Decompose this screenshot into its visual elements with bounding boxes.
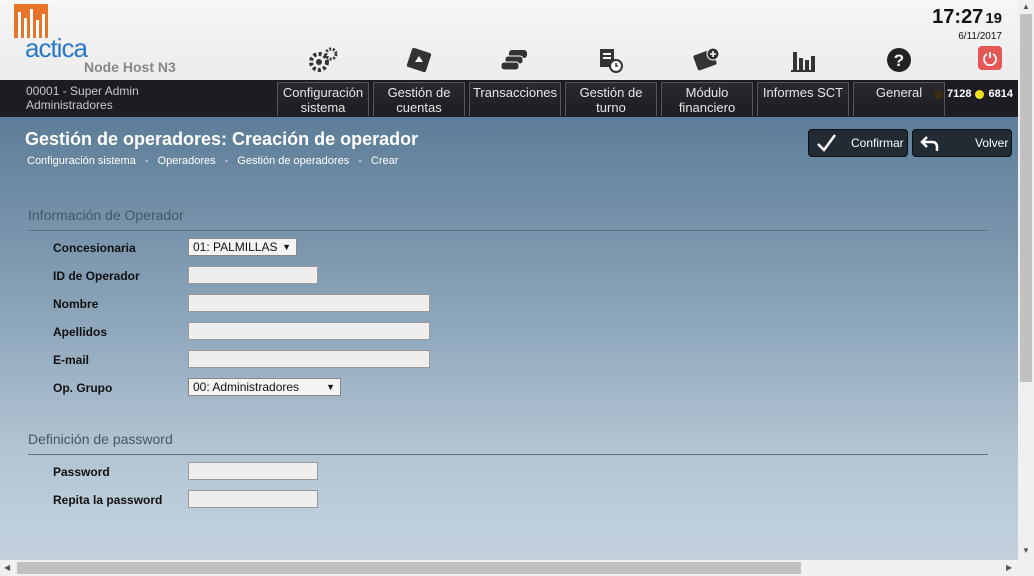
back-button[interactable]: Volver bbox=[912, 129, 1012, 157]
back-label: Volver bbox=[975, 136, 1009, 150]
menu-gestion-cuentas[interactable]: Gestión de cuentas bbox=[373, 82, 465, 116]
main-navbar: 00001 - Super Admin Administradores Conf… bbox=[0, 80, 1018, 117]
section-divider bbox=[28, 230, 988, 231]
app-header: actica Node Host N3 17:27 19 6/11/2017 ? bbox=[0, 0, 1018, 80]
concesionaria-value: 01: PALMILLAS bbox=[193, 240, 278, 254]
menu-label: Configuración bbox=[282, 85, 364, 100]
section-title-password: Definición de password bbox=[28, 431, 173, 447]
section-title-operator: Información de Operador bbox=[28, 207, 184, 223]
menu-label: financiero bbox=[678, 100, 736, 115]
help-icon[interactable]: ? bbox=[883, 44, 915, 76]
power-button[interactable] bbox=[978, 46, 1002, 70]
menu-label: Transacciones bbox=[472, 85, 558, 100]
checkmark-icon bbox=[817, 134, 837, 152]
nombre-label: Nombre bbox=[53, 297, 99, 311]
breadcrumb-item: Crear bbox=[370, 155, 399, 167]
menu-gestion-turno[interactable]: Gestión de turno bbox=[565, 82, 657, 116]
vertical-scrollbar[interactable]: ▲ ▼ bbox=[1018, 0, 1034, 560]
password-input[interactable] bbox=[188, 462, 318, 480]
menu-modulo-financiero[interactable]: Módulo financiero bbox=[661, 82, 753, 116]
financial-icon[interactable] bbox=[691, 44, 723, 76]
breadcrumb-item[interactable]: Gestión de operadores bbox=[237, 155, 349, 167]
counter-status-dot bbox=[934, 89, 943, 99]
breadcrumb: Configuración sistema - Operadores - Ges… bbox=[27, 155, 407, 167]
clock-seconds: 19 bbox=[985, 10, 1002, 27]
breadcrumb-separator: - bbox=[358, 155, 362, 167]
op-grupo-value: 00: Administradores bbox=[193, 380, 300, 394]
lane-counters: 7128 6814 bbox=[930, 88, 1013, 100]
dropdown-arrow-icon: ▼ bbox=[326, 382, 335, 392]
email-label: E-mail bbox=[53, 353, 90, 367]
counter-second: 6814 bbox=[988, 88, 1013, 100]
apellidos-input[interactable] bbox=[188, 322, 430, 340]
repeat-password-label: Repita la password bbox=[53, 493, 163, 507]
op-grupo-select[interactable]: 00: Administradores ▼ bbox=[188, 378, 341, 396]
op-grupo-label: Op. Grupo bbox=[53, 381, 113, 395]
scroll-left-icon[interactable]: ◀ bbox=[4, 563, 10, 572]
counter-status-dot bbox=[975, 89, 985, 99]
user-info: 00001 - Super Admin Administradores bbox=[26, 84, 139, 112]
menu-configuracion-sistema[interactable]: Configuración sistema bbox=[277, 82, 369, 116]
bar-chart-icon[interactable] bbox=[787, 44, 819, 76]
scroll-up-icon[interactable]: ▲ bbox=[1022, 2, 1030, 11]
brand-subtitle: Node Host N3 bbox=[84, 59, 176, 75]
menu-label: cuentas bbox=[396, 100, 442, 115]
svg-text:?: ? bbox=[894, 51, 904, 70]
horizontal-scroll-thumb[interactable] bbox=[17, 562, 801, 574]
counter-first: 7128 bbox=[947, 88, 972, 100]
user-id-name: 00001 - Super Admin bbox=[26, 84, 139, 98]
breadcrumb-separator: - bbox=[144, 155, 149, 167]
menu-label: Gestión de bbox=[387, 85, 451, 100]
scroll-right-icon[interactable]: ▶ bbox=[1006, 563, 1012, 572]
operator-id-label: ID de Operador bbox=[53, 269, 140, 283]
concesionaria-label: Concesionaria bbox=[53, 241, 136, 255]
user-group: Administradores bbox=[26, 98, 113, 112]
operator-id-input[interactable] bbox=[188, 266, 318, 284]
brand-name: actica bbox=[25, 33, 88, 63]
gear-icon[interactable] bbox=[307, 44, 339, 76]
concesionaria-select[interactable]: 01: PALMILLAS ▼ bbox=[188, 238, 297, 256]
menu-informes-sct[interactable]: Informes SCT bbox=[757, 82, 849, 116]
menu-label: Gestión de bbox=[579, 85, 643, 100]
menu-label: sistema bbox=[300, 100, 346, 115]
scroll-down-icon[interactable]: ▼ bbox=[1022, 546, 1030, 555]
cars-icon[interactable] bbox=[499, 44, 531, 76]
clock-date: 6/11/2017 bbox=[958, 31, 1002, 42]
menu-transacciones[interactable]: Transacciones bbox=[469, 82, 561, 116]
menu-label: Informes SCT bbox=[762, 85, 844, 100]
undo-arrow-icon bbox=[920, 136, 939, 151]
breadcrumb-item[interactable]: Operadores bbox=[158, 155, 216, 167]
card-icon[interactable] bbox=[403, 44, 435, 76]
clock: 17:27 19 bbox=[932, 6, 1002, 29]
confirm-button[interactable]: Confirmar bbox=[808, 129, 908, 157]
main-content: Gestión de operadores: Creación de opera… bbox=[0, 117, 1018, 560]
apellidos-label: Apellidos bbox=[53, 325, 108, 339]
power-icon bbox=[983, 52, 997, 66]
vertical-scroll-thumb[interactable] bbox=[1020, 14, 1032, 382]
menu-label: Módulo bbox=[685, 85, 729, 100]
email-input[interactable] bbox=[188, 350, 430, 368]
password-label: Password bbox=[53, 465, 110, 479]
confirm-label: Confirmar bbox=[851, 136, 904, 150]
breadcrumb-item[interactable]: Configuración sistema bbox=[27, 155, 136, 167]
clock-time: 17:27 bbox=[932, 6, 984, 28]
horizontal-scrollbar[interactable]: ◀ ▶ bbox=[0, 560, 1034, 576]
section-divider bbox=[28, 454, 988, 455]
repeat-password-input[interactable] bbox=[188, 490, 318, 508]
page-title: Gestión de operadores: Creación de opera… bbox=[25, 129, 419, 149]
breadcrumb-separator: - bbox=[224, 155, 229, 167]
nombre-input[interactable] bbox=[188, 294, 430, 312]
dropdown-arrow-icon: ▼ bbox=[282, 242, 291, 252]
ticket-clock-icon[interactable] bbox=[595, 44, 627, 76]
menu-label: turno bbox=[596, 100, 626, 115]
